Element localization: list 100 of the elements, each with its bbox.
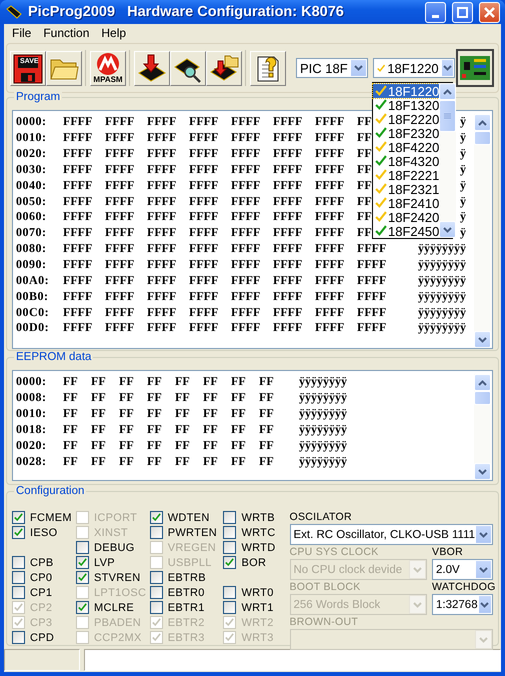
hex-value: FFFF: [63, 178, 92, 192]
checkbox[interactable]: [223, 601, 236, 614]
scrollbar-thumb[interactable]: [474, 391, 491, 405]
checkbox-label: CCP2MX: [94, 632, 142, 644]
hex-value: FFFF: [63, 209, 92, 224]
checkbox-label: ICPORT: [94, 512, 138, 524]
maximize-button[interactable]: [452, 2, 473, 22]
checkbox[interactable]: [12, 526, 25, 539]
close-button[interactable]: [479, 2, 500, 22]
checkbox[interactable]: [150, 571, 163, 584]
device-select[interactable]: 18F1220: [373, 58, 455, 78]
checkbox[interactable]: [150, 526, 163, 539]
device-option[interactable]: 18F1320: [373, 98, 440, 112]
hex-value: FFFF: [105, 320, 134, 334]
address-label: 0050:: [16, 194, 48, 209]
hex-value: FF: [175, 406, 190, 420]
hex-value: FFFF: [273, 114, 302, 128]
hex-value: FFFF: [231, 272, 260, 287]
device-option[interactable]: 18F2321: [373, 182, 440, 196]
checkbox[interactable]: [223, 526, 236, 539]
checkbox[interactable]: [76, 541, 90, 554]
hex-value: FFFF: [357, 288, 386, 303]
hex-value: FF: [357, 162, 372, 176]
hex-value: FFFF: [147, 272, 176, 287]
checkbox[interactable]: [76, 556, 90, 569]
setting-select[interactable]: 1:32768: [432, 594, 494, 615]
setting-select[interactable]: 2.0V: [432, 559, 494, 580]
device-option[interactable]: 18F2220: [373, 112, 440, 126]
checkbox[interactable]: [150, 601, 163, 614]
ascii-text: ÿÿÿÿÿÿÿÿ: [418, 272, 466, 287]
checkbox[interactable]: [12, 571, 25, 584]
device-option[interactable]: 18F2420: [373, 210, 440, 224]
programmer-board-button[interactable]: [456, 49, 494, 87]
checkbox-label: MCLRE: [94, 602, 134, 614]
setting-select[interactable]: Ext. RC Oscillator, CLKO-USB 1111: [290, 524, 494, 545]
checkbox[interactable]: [12, 556, 25, 569]
checkbox-label: EBTR3: [168, 632, 205, 644]
hex-value: FFFF: [63, 241, 92, 256]
checkbox-label: DEBUG: [94, 542, 135, 554]
device-option[interactable]: 18F2450: [373, 224, 440, 238]
hex-value: FF: [175, 454, 190, 468]
hex-value: FF: [259, 438, 274, 452]
checkbox-label: WRTC: [241, 526, 276, 538]
menu-item[interactable]: Function: [37, 26, 96, 40]
hex-value: FFFF: [273, 225, 302, 240]
hex-value: FFFF: [315, 194, 344, 208]
chip-icon: [6, 5, 22, 19]
device-option[interactable]: 18F2410: [373, 196, 440, 210]
ascii-text: ÿ: [460, 225, 466, 240]
checkbox[interactable]: [12, 586, 25, 599]
help-button[interactable]: [250, 50, 286, 86]
hex-value: FFFF: [273, 272, 302, 287]
checkbox-label: STVREN: [94, 572, 140, 584]
menu-item[interactable]: Help: [95, 26, 132, 40]
write-button[interactable]: [134, 50, 170, 86]
checkbox[interactable]: [223, 511, 236, 524]
checkbox[interactable]: [223, 586, 236, 599]
ascii-text: ÿÿÿÿÿÿÿÿ: [418, 257, 466, 272]
hex-value: FFFF: [357, 241, 386, 256]
hex-value: FFFF: [189, 272, 218, 287]
device-option[interactable]: 18F1220: [373, 84, 440, 98]
scrollbar[interactable]: [439, 83, 456, 238]
hex-value: FFFF: [315, 241, 344, 256]
checkbox-label: WRTD: [241, 542, 276, 554]
scrollbar-thumb[interactable]: [474, 131, 491, 145]
hex-value: FFFF: [63, 194, 92, 208]
open-button[interactable]: [46, 50, 82, 86]
hex-value: FF: [119, 438, 134, 452]
checkbox-label: CPB: [30, 556, 54, 568]
hex-value: FFFF: [357, 257, 386, 272]
device-option[interactable]: 18F2320: [373, 126, 440, 140]
scrollbar-thumb[interactable]: [439, 100, 456, 132]
hex-value: FF: [63, 374, 78, 388]
hex-value: FFFF: [63, 146, 92, 160]
family-select[interactable]: PIC 18F: [296, 58, 368, 78]
checkbox-label: LPT1OSC: [94, 586, 146, 598]
checkbox-label: PWRTEN: [168, 526, 217, 538]
hex-value: FFFF: [357, 272, 386, 287]
checkbox[interactable]: [150, 511, 163, 524]
checkbox[interactable]: [223, 556, 236, 569]
checkbox[interactable]: [76, 571, 90, 584]
read-button[interactable]: [206, 50, 242, 86]
verify-button[interactable]: [170, 50, 206, 86]
minimize-button[interactable]: [425, 2, 446, 22]
menu-item[interactable]: File: [6, 26, 38, 40]
scrollbar[interactable]: [474, 114, 491, 348]
mpasm-button[interactable]: MPASM: [90, 50, 126, 86]
checkbox[interactable]: [12, 511, 25, 524]
hex-value: FFFF: [63, 257, 92, 272]
scrollbar[interactable]: [474, 374, 491, 480]
device-option[interactable]: 18F4220: [373, 140, 440, 154]
hex-value: FFFF: [231, 320, 260, 334]
device-option[interactable]: 18F2221: [373, 168, 440, 182]
checkbox[interactable]: [12, 631, 25, 644]
hex-value: FF: [203, 374, 218, 388]
device-option[interactable]: 18F4320: [373, 154, 440, 168]
checkbox[interactable]: [76, 601, 90, 614]
checkbox[interactable]: [223, 541, 236, 554]
checkbox[interactable]: [150, 586, 163, 599]
hex-value: FFFF: [315, 257, 344, 272]
